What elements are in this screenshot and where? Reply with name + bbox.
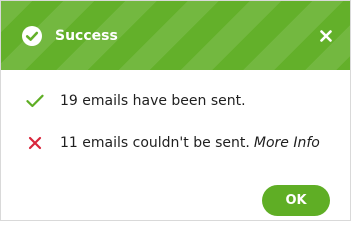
ok-button[interactable]: OK <box>262 185 330 216</box>
dialog-header: Success <box>1 1 350 70</box>
close-icon[interactable] <box>320 27 332 46</box>
x-mark-icon <box>25 133 45 153</box>
success-dialog: Success 19 emails have been sent. 11 ema… <box>0 0 351 221</box>
close-button[interactable] <box>316 26 336 46</box>
message-row-failed: 11 emails couldn't be sent. More Info <box>25 132 320 154</box>
check-circle-icon <box>21 25 43 47</box>
checkmark-icon <box>25 91 45 111</box>
dialog-title: Success <box>55 28 118 44</box>
failed-count-text: 11 emails couldn't be sent. <box>60 135 250 151</box>
more-info-link[interactable]: More Info <box>254 135 320 151</box>
message-text-sent: 19 emails have been sent. <box>60 93 246 109</box>
message-text-failed: 11 emails couldn't be sent. More Info <box>60 135 320 151</box>
message-row-sent: 19 emails have been sent. <box>25 90 246 112</box>
